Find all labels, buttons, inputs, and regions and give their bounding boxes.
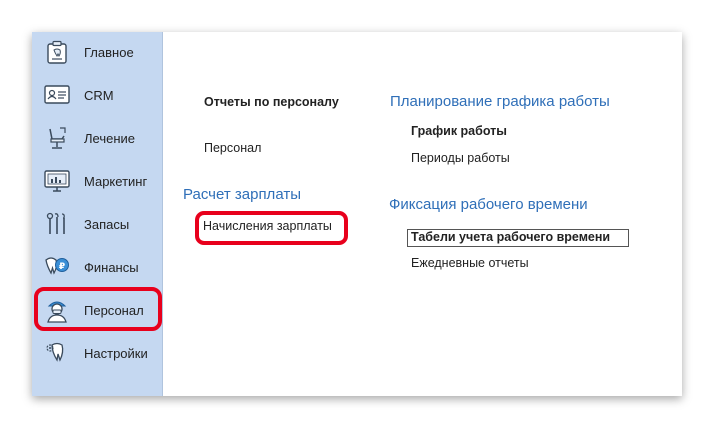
sidebar-item-crm[interactable]: CRM [32,78,162,112]
app-window: Главное CRM Лечение Маркетинг Запасы ₽ Ф… [32,32,682,396]
timetrack-group-title: Фиксация рабочего времени [389,196,588,213]
sidebar: Главное CRM Лечение Маркетинг Запасы ₽ Ф… [32,32,163,396]
sidebar-item-settings[interactable]: Настройки [32,336,162,370]
highlight-frame [195,211,348,245]
sidebar-item-main[interactable]: Главное [32,35,162,69]
sidebar-item-treatment[interactable]: Лечение [32,121,162,155]
sidebar-item-label: Главное [84,45,134,60]
sidebar-item-label: Лечение [84,131,136,146]
monitor-chart-icon [43,167,71,195]
staff-reports-link[interactable]: Отчеты по персоналу [204,95,339,109]
sidebar-item-label: Настройки [84,346,148,361]
sidebar-item-label: CRM [84,88,114,103]
schedule-group-title: Планирование графика работы [390,93,610,110]
work-periods-link[interactable]: Периоды работы [411,151,510,165]
tooth-coin-icon: ₽ [43,253,71,281]
svg-text:₽: ₽ [59,262,65,272]
sidebar-item-label: Запасы [84,217,130,232]
sidebar-item-label: Маркетинг [84,174,148,189]
sidebar-item-stock[interactable]: Запасы [32,207,162,241]
focus-outline [407,229,629,247]
tooth-gear-icon [43,339,71,367]
dental-chair-icon [43,124,71,152]
dental-tools-icon [43,210,71,238]
staff-link[interactable]: Персонал [204,141,261,155]
contact-card-icon [43,81,71,109]
daily-reports-link[interactable]: Ежедневные отчеты [411,256,529,270]
sidebar-item-marketing[interactable]: Маркетинг [32,164,162,198]
highlight-frame [34,287,162,331]
salary-group-title: Расчет зарплаты [183,186,301,203]
work-schedule-link[interactable]: График работы [411,124,507,138]
sidebar-item-finance[interactable]: ₽ Финансы [32,250,162,284]
sidebar-item-label: Финансы [84,260,139,275]
tooth-clipboard-icon [43,38,71,66]
